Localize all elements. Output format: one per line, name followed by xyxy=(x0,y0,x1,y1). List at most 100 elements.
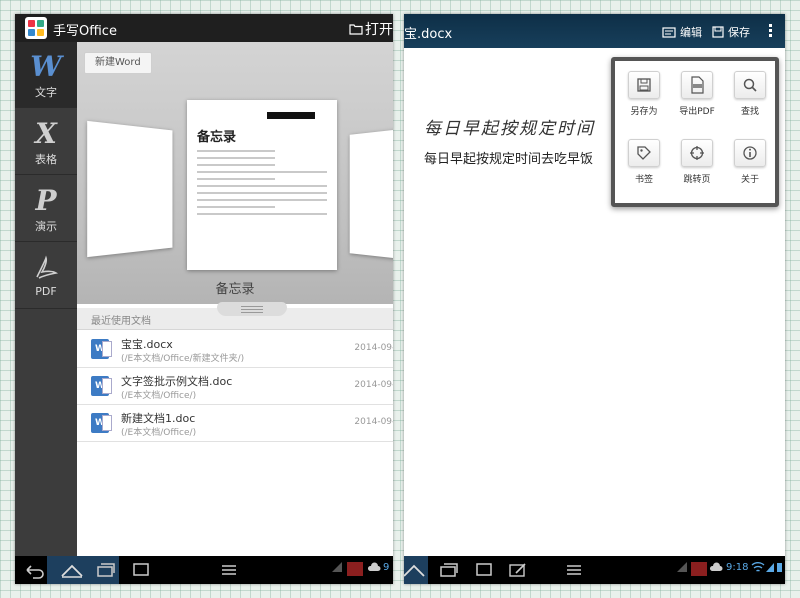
file-date: 2014-09-2 xyxy=(354,380,393,390)
editor-action-bar: 宝.docx 编辑 保存 xyxy=(404,14,785,48)
file-name: 新建文档1.doc xyxy=(121,412,196,425)
pdf-icon xyxy=(681,71,713,99)
powerpoint-icon: P xyxy=(35,184,57,217)
file-path: (/E本文档/Office/) xyxy=(121,428,197,438)
edit-icon xyxy=(662,26,676,38)
left-screen: 手写Office 打开 W 文字 X 表格 P 演示 PDF 新建Word 备忘… xyxy=(15,14,393,584)
main-panel: 新建Word 备忘录 备忘录 最近使用文档 W 宝宝.docx (/E本文档/O… xyxy=(77,42,393,556)
back-icon[interactable] xyxy=(23,561,45,579)
signal-strength-icon xyxy=(766,563,774,572)
document-body-text[interactable]: 每日早起按规定时间去吃早饭 xyxy=(424,148,593,167)
signal-icon xyxy=(332,562,342,572)
menu-item-label: 查找 xyxy=(740,107,759,117)
menu-item-save-as[interactable]: 另存为 xyxy=(619,71,669,117)
file-path: (/E本文档/Office/) xyxy=(121,391,197,401)
list-item[interactable]: W 文字签批示例文档.doc (/E本文档/Office/) 2014-09-2 xyxy=(77,368,393,405)
pdf-icon xyxy=(36,255,59,279)
sidebar-item-label: 文字 xyxy=(35,86,57,99)
signal-icon xyxy=(677,562,687,572)
save-button[interactable]: 保存 xyxy=(712,24,750,40)
status-time: 9 xyxy=(383,562,390,573)
sidebar-item-label: PDF xyxy=(35,285,57,298)
recent-apps-icon[interactable] xyxy=(95,561,117,579)
template-carousel[interactable]: 新建Word 备忘录 备忘录 xyxy=(77,42,393,304)
recent-apps-icon[interactable] xyxy=(438,561,460,579)
save-as-icon xyxy=(628,71,660,99)
overflow-menu-icon[interactable] xyxy=(769,24,773,39)
cloud-icon xyxy=(367,562,381,571)
sidebar-item-pdf[interactable]: PDF xyxy=(15,243,77,309)
system-nav-bar: 9 xyxy=(15,556,393,584)
doc-header-bar xyxy=(267,112,315,119)
doc-preview-lines xyxy=(197,150,327,220)
sidebar-item-word[interactable]: W 文字 xyxy=(15,42,77,108)
template-preview-right[interactable] xyxy=(349,128,393,260)
home-icon[interactable] xyxy=(59,561,85,579)
menu-item-label: 书签 xyxy=(634,175,653,185)
info-icon xyxy=(734,139,766,167)
recent-docs-header: 最近使用文档 xyxy=(77,302,393,330)
menu-item-about[interactable]: 关于 xyxy=(725,139,775,185)
template-preview-left[interactable] xyxy=(87,120,173,258)
battery-icon xyxy=(777,563,782,572)
notification-icon xyxy=(691,562,707,576)
sidebar-item-powerpoint[interactable]: P 演示 xyxy=(15,176,77,242)
app-title-bar: 手写Office 打开 xyxy=(15,14,393,42)
file-date: 2014-09-2 xyxy=(354,417,393,427)
menu-icon[interactable] xyxy=(219,561,239,579)
new-word-button[interactable]: 新建Word xyxy=(84,52,152,74)
word-doc-icon: W xyxy=(91,339,112,359)
drawer-handle[interactable] xyxy=(217,302,287,316)
status-time: 9:18 xyxy=(726,562,749,573)
edit-button[interactable]: 编辑 xyxy=(662,24,702,40)
template-preview-memo[interactable]: 备忘录 xyxy=(187,100,337,270)
menu-item-goto-page[interactable]: 跳转页 xyxy=(672,139,722,185)
pen-icon[interactable] xyxy=(508,561,528,579)
right-screen: 宝.docx 编辑 保存 每日早起按规定时间 每日早起按规定时间去吃早饭 另存为… xyxy=(404,14,785,584)
folder-icon xyxy=(349,24,363,35)
notification-icon xyxy=(347,562,363,576)
menu-icon[interactable] xyxy=(564,561,584,579)
save-icon xyxy=(712,26,724,38)
menu-item-find[interactable]: 查找 xyxy=(725,71,775,117)
home-icon[interactable] xyxy=(404,561,426,579)
file-date: 2014-09-2 xyxy=(354,343,393,353)
sidebar-item-excel[interactable]: X 表格 xyxy=(15,109,77,175)
bookmark-icon xyxy=(628,139,660,167)
menu-item-label: 跳转页 xyxy=(683,175,711,185)
file-name: 文字签批示例文档.doc xyxy=(121,375,233,388)
recent-docs-title: 最近使用文档 xyxy=(91,316,151,327)
doc-type-sidebar: W 文字 X 表格 P 演示 PDF xyxy=(15,42,77,556)
menu-item-export-pdf[interactable]: 导出PDF xyxy=(672,71,722,117)
edit-label: 编辑 xyxy=(680,26,702,39)
word-icon: W xyxy=(30,50,62,83)
menu-item-label: 另存为 xyxy=(630,107,658,117)
menu-item-label: 导出PDF xyxy=(679,107,715,117)
doc-preview-title: 备忘录 xyxy=(197,130,237,145)
app-logo-icon xyxy=(25,17,47,39)
word-doc-icon: W xyxy=(91,413,112,433)
sidebar-item-label: 演示 xyxy=(35,220,57,233)
menu-item-bookmark[interactable]: 书签 xyxy=(619,139,669,185)
excel-icon: X xyxy=(35,117,57,150)
list-item[interactable]: W 新建文档1.doc (/E本文档/Office/) 2014-09-2 xyxy=(77,405,393,442)
sidebar-item-label: 表格 xyxy=(35,153,57,166)
system-nav-bar: 9:18 xyxy=(404,556,785,584)
app-title: 手写Office xyxy=(53,24,117,39)
search-icon xyxy=(734,71,766,99)
file-name: 宝宝.docx xyxy=(121,338,173,351)
open-button[interactable]: 打开 xyxy=(349,19,393,39)
open-label: 打开 xyxy=(365,22,393,38)
word-doc-icon: W xyxy=(91,376,112,396)
save-label: 保存 xyxy=(728,26,750,39)
screenshot-icon[interactable] xyxy=(131,561,151,579)
cloud-icon xyxy=(709,562,723,571)
wifi-icon xyxy=(751,562,765,572)
carousel-caption: 备忘录 xyxy=(215,282,255,297)
screenshot-icon[interactable] xyxy=(474,561,494,579)
goto-page-icon xyxy=(681,139,713,167)
handwriting-stroke-text: 每日早起按规定时间 xyxy=(424,119,595,139)
list-item[interactable]: W 宝宝.docx (/E本文档/Office/新建文件夹/) 2014-09-… xyxy=(77,331,393,368)
document-title: 宝.docx xyxy=(404,27,453,42)
menu-item-label: 关于 xyxy=(740,175,759,185)
